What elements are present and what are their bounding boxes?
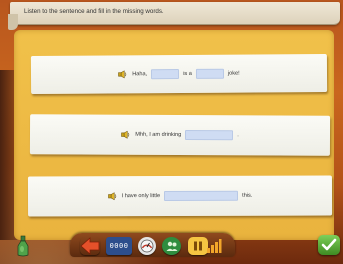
sentence-card-2: Mhh, I am drinking .: [29, 114, 331, 156]
pause-icon: [194, 241, 202, 251]
score-counter: 0000: [106, 237, 132, 255]
sentence-text: joke!: [227, 70, 240, 77]
sentence-text: Mhh, I am drinking: [135, 131, 182, 139]
instruction-banner: Listen to the sentence and fill in the m…: [10, 2, 340, 25]
instruction-text: Listen to the sentence and fill in the m…: [24, 8, 164, 15]
gauge-icon: [140, 239, 154, 253]
people-button[interactable]: [162, 237, 181, 255]
speaker-icon[interactable]: [118, 70, 127, 79]
answer-blank[interactable]: [195, 68, 224, 79]
sentence-card-3: I have only little this.: [27, 175, 333, 217]
checkmark-icon: [321, 238, 337, 251]
speaker-icon[interactable]: [121, 130, 130, 139]
pause-button[interactable]: [188, 237, 208, 255]
check-button[interactable]: [318, 235, 340, 255]
levels-icon: [207, 239, 222, 253]
sentence-text: I have only little: [121, 193, 161, 200]
answer-blank[interactable]: [185, 130, 234, 141]
sentence-text: this.: [242, 192, 253, 199]
banner-curl: [8, 14, 18, 30]
sentence-3: I have only little this.: [28, 190, 332, 202]
speaker-icon[interactable]: [107, 192, 117, 201]
gauge-button[interactable]: [138, 237, 156, 255]
levels-button[interactable]: [206, 237, 222, 255]
answer-blank[interactable]: [164, 190, 239, 202]
answer-blank[interactable]: [151, 68, 180, 80]
left-arrow-icon: [80, 237, 100, 255]
sentence-text: is a: [183, 70, 192, 77]
back-button[interactable]: [80, 237, 100, 255]
sentence-text: Haha,: [132, 71, 148, 78]
sentence-2: Mhh, I am drinking .: [30, 129, 330, 141]
sentence-1: Haha, is a joke!: [31, 68, 327, 80]
people-icon: [166, 241, 177, 251]
sentence-text: .: [237, 132, 239, 139]
sentence-card-1: Haha, is a joke!: [30, 53, 328, 95]
bottle-icon[interactable]: [16, 235, 30, 257]
